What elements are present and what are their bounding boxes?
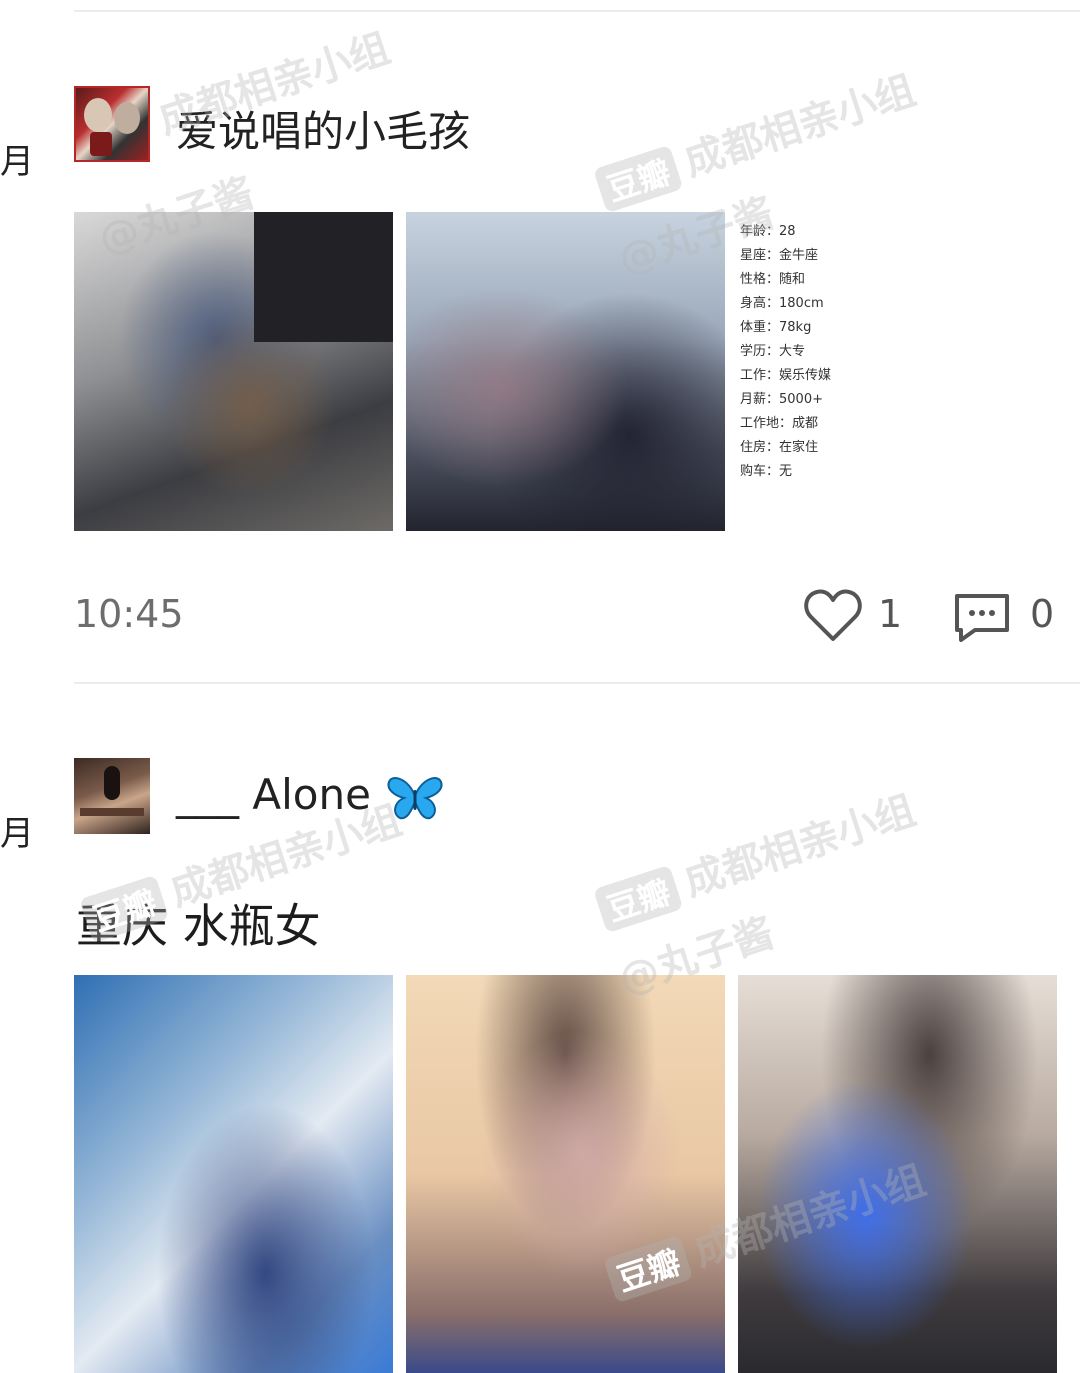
profile-row-salary: 月薪：5000+	[740, 392, 823, 407]
profile-info-card[interactable]: 年龄：28 星座：金牛座 性格：随和 身高：180cm 体重：78kg 学历：大…	[740, 200, 890, 484]
avatar[interactable]	[74, 758, 150, 834]
post-photo-1[interactable]	[74, 212, 393, 531]
side-month-label: 月	[0, 142, 34, 182]
post-photo-3[interactable]	[738, 975, 1057, 1373]
profile-row-zodiac: 星座：金牛座	[740, 248, 819, 263]
post-title: 重庆 水瓶女	[76, 899, 321, 953]
profile-row-personality: 性格：随和	[740, 272, 806, 287]
watermark: 豆瓣成都相亲小组	[590, 778, 922, 935]
top-divider	[74, 10, 1080, 12]
profile-row-education: 学历：大专	[740, 344, 806, 359]
avatar[interactable]	[74, 86, 150, 162]
comment-count: 0	[1030, 592, 1055, 636]
profile-row-car: 购车：无	[740, 464, 793, 479]
profile-row-age: 年龄：28	[740, 224, 796, 239]
username[interactable]: 爱说唱的小毛孩	[176, 98, 470, 159]
butterfly-icon	[387, 776, 443, 819]
username[interactable]: ___ Alone	[176, 770, 444, 822]
post-photo-1[interactable]	[74, 975, 393, 1373]
profile-row-job: 工作：娱乐传媒	[740, 368, 832, 383]
post-photo-2[interactable]	[406, 975, 725, 1373]
post-time: 10:45	[74, 592, 184, 636]
heart-outline-icon[interactable]	[803, 587, 863, 643]
profile-row-workplace: 工作地：成都	[740, 416, 819, 431]
like-count: 1	[878, 592, 903, 636]
post-divider	[74, 682, 1080, 684]
side-month-label: 月	[0, 814, 34, 854]
profile-row-weight: 体重：78kg	[740, 320, 812, 335]
post-photo-2[interactable]	[406, 212, 725, 531]
watermark: 豆瓣成都相亲小组	[590, 58, 922, 215]
profile-row-height: 身高：180cm	[740, 296, 824, 311]
comment-bubble-icon[interactable]	[953, 590, 1011, 644]
username-text: ___ Alone	[176, 770, 371, 819]
profile-row-housing: 住房：在家住	[740, 440, 819, 455]
